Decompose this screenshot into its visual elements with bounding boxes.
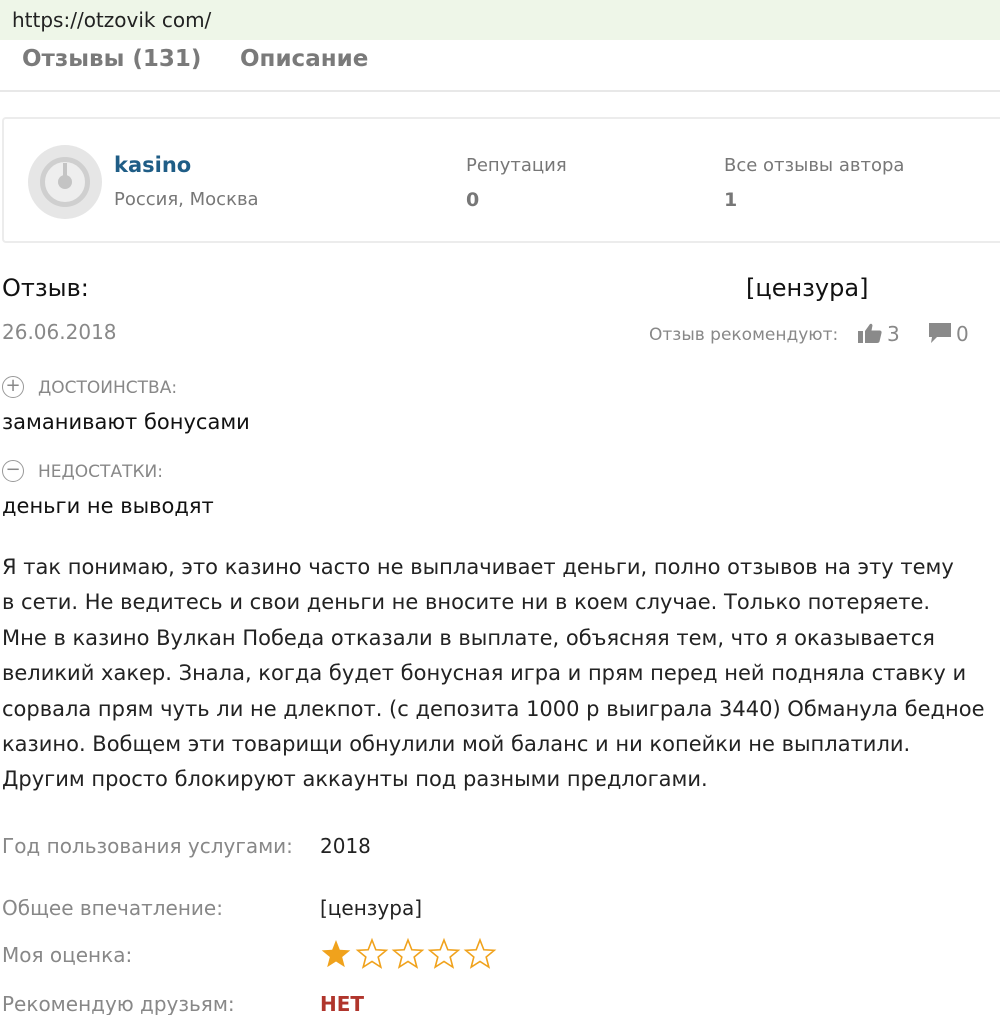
impression-label: Общее впечатление: <box>2 896 223 920</box>
review-body-line: великий хакер. Знала, когда будет бонусн… <box>2 661 967 686</box>
url-bar[interactable]: https://otzovik com/ <box>0 0 1000 40</box>
review-title: [цензура] <box>746 274 869 302</box>
url-text[interactable]: https://otzovik com/ <box>12 8 211 32</box>
rating-label: Моя оценка: <box>2 943 133 967</box>
like-icon[interactable] <box>857 322 883 344</box>
tab-description[interactable]: Описание <box>240 46 368 72</box>
star-filled-icon <box>321 940 351 968</box>
recommend-friends-label: Рекомендую друзьям: <box>2 992 235 1015</box>
star-empty-icon <box>355 937 389 969</box>
review-body-line: Мне в казино Вулкан Победа отказали в вы… <box>2 625 935 650</box>
author-card: kasino Россия, Москва Репутация 0 Все от… <box>2 117 1000 243</box>
review-body-line: в сети. Не ведитесь и свои деньги не вно… <box>2 590 931 615</box>
all-reviews-value[interactable]: 1 <box>724 189 737 211</box>
recommend-friends-value: НЕТ <box>320 992 365 1015</box>
plus-circle-icon: + <box>2 376 24 398</box>
tab-bar: Отзывы (131) Описание <box>0 40 1000 92</box>
comment-count: 0 <box>956 322 969 346</box>
cons-label: НЕДОСТАТКИ: <box>38 462 163 482</box>
all-reviews-label[interactable]: Все отзывы автора <box>724 155 904 176</box>
review-body-line: сорвала прям чуть ли не длекпот. (с депо… <box>2 696 985 721</box>
author-name-link[interactable]: kasino <box>114 153 191 177</box>
reputation-label: Репутация <box>466 155 567 176</box>
reputation-value: 0 <box>466 189 480 211</box>
rating-stars <box>321 937 497 969</box>
like-count: 3 <box>887 322 900 346</box>
tab-reviews[interactable]: Отзывы (131) <box>22 46 201 72</box>
year-label: Год пользования услугами: <box>2 834 293 858</box>
review-body-line: Другим просто блокируют аккаунты под раз… <box>2 767 708 792</box>
review-title-label: Отзыв: <box>2 274 89 302</box>
review-body-line: Я так понимаю, это казино часто не выпла… <box>2 555 954 579</box>
avatar-placeholder-icon[interactable] <box>28 145 102 219</box>
recommend-label: Отзыв рекомендуют: <box>649 325 839 345</box>
impression-value: [цензура] <box>320 896 423 920</box>
pros-text: заманивают бонусами <box>2 410 250 434</box>
minus-circle-icon: − <box>2 460 24 482</box>
author-location: Россия, Москва <box>114 189 259 210</box>
review-body: Я так понимаю, это казино часто не выпла… <box>2 550 1000 798</box>
pros-label: ДОСТОИНСТВА: <box>38 378 178 398</box>
review-date: 26.06.2018 <box>2 320 117 344</box>
review-body-line: казино. Вобщем эти товарищи обнулили мой… <box>2 732 911 757</box>
year-value: 2018 <box>320 834 371 858</box>
star-empty-icon <box>427 937 461 969</box>
star-empty-icon <box>391 937 425 969</box>
star-empty-icon <box>463 937 497 969</box>
cons-text: деньги не выводят <box>2 494 214 518</box>
comment-icon[interactable] <box>927 322 953 344</box>
